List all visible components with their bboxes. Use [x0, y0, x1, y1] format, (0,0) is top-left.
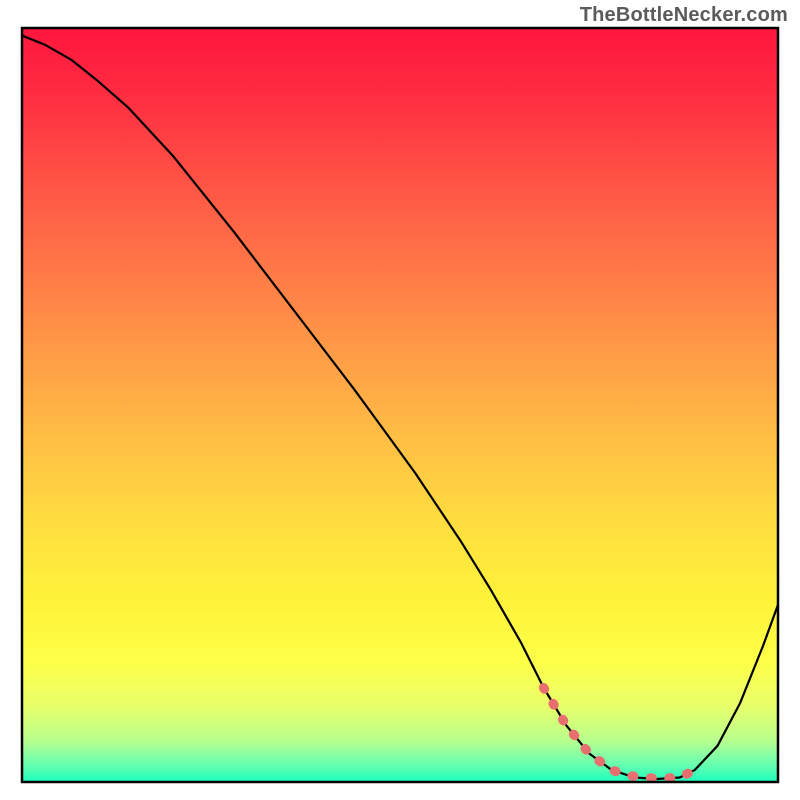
chart-svg: [0, 0, 800, 800]
attribution-watermark: TheBottleNecker.com: [580, 4, 788, 27]
bottleneck-chart: TheBottleNecker.com: [0, 0, 800, 800]
gradient-background: [22, 28, 778, 782]
